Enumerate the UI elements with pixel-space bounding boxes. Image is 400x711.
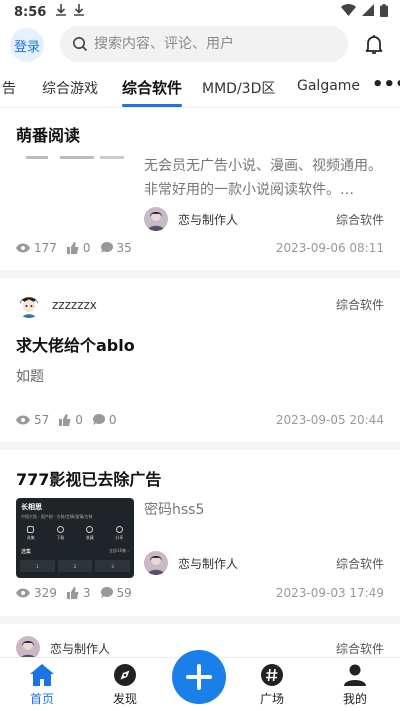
- views-stat: 57: [16, 413, 49, 427]
- search-bar[interactable]: [60, 26, 348, 62]
- comment-icon: [92, 414, 105, 425]
- eye-icon: [16, 243, 30, 253]
- author-name: 恋与制作人: [178, 556, 239, 571]
- comments-stat[interactable]: 35: [100, 241, 132, 255]
- post-date: 2023-09-03 17:49: [275, 586, 384, 600]
- post-date: 2023-09-05 20:44: [275, 413, 384, 427]
- active-tab-indicator: [122, 104, 182, 107]
- nav-profile[interactable]: 我的: [325, 664, 385, 707]
- post-title[interactable]: 萌番阅读: [16, 122, 80, 146]
- post-description: 无会员无广告小说、漫画、视频通用。非常好用的一款小说阅读软件。…: [144, 158, 382, 198]
- comment-icon: [100, 587, 113, 598]
- download-icon: [74, 4, 85, 20]
- thumbs-up-icon: [66, 242, 79, 254]
- status-bar: 8:56: [0, 0, 400, 24]
- bell-icon[interactable]: [362, 32, 386, 56]
- search-input[interactable]: [94, 36, 324, 52]
- post-author[interactable]: 恋与制作人: [144, 551, 238, 575]
- bottom-nav: 首页 发现 广场 我的: [0, 650, 400, 711]
- post-card[interactable]: 777影视已去除广告 长相思 中国大陆 · 国产剧 · 古装/言情/爱情/古装 …: [0, 450, 400, 624]
- battery-icon: [380, 3, 388, 21]
- avatar: [144, 551, 168, 575]
- nav-discover[interactable]: 发现: [95, 664, 155, 707]
- compass-icon: [114, 664, 136, 686]
- post-thumbnail[interactable]: 长相思 中国大陆 · 国产剧 · 古装/言情/爱情/古装 选集 下载 收藏 分享…: [16, 498, 134, 578]
- more-icon[interactable]: •••: [372, 74, 400, 95]
- comments-stat[interactable]: 0: [92, 413, 117, 427]
- post-card[interactable]: zzzzzzx 综合软件 求大佬给个ablo 如题 57 0 0 2023-09…: [0, 278, 400, 450]
- post-date: 2023-09-06 08:11: [275, 241, 384, 255]
- nav-plaza[interactable]: 广场: [242, 664, 302, 707]
- post-category[interactable]: 综合软件: [336, 555, 384, 572]
- search-icon: [73, 37, 88, 52]
- poster-name: 恋与制作人: [50, 641, 111, 656]
- tab-partial[interactable]: 告: [2, 78, 16, 98]
- tab-software[interactable]: 综合软件: [122, 77, 182, 98]
- home-icon: [30, 664, 54, 686]
- post-title[interactable]: 777影视已去除广告: [16, 466, 161, 490]
- post-stats: 329 3 59: [16, 586, 142, 600]
- views-stat: 329: [16, 586, 57, 600]
- wifi-icon: [341, 4, 356, 20]
- download-icon: [56, 4, 67, 20]
- likes-stat[interactable]: 0: [59, 413, 83, 427]
- category-tabs: 告 综合游戏 综合软件 MMD/3D区 Galgame •••: [0, 66, 400, 108]
- signal-icon: [362, 4, 374, 20]
- post-card[interactable]: 萌番阅读 无会员无广告小说、漫画、视频通用。非常好用的一款小说阅读软件。… 恋与…: [0, 108, 400, 278]
- tab-mmd-3d[interactable]: MMD/3D区: [202, 78, 275, 98]
- avatar: [144, 207, 168, 231]
- post-category[interactable]: 综合软件: [336, 211, 384, 228]
- avatar: [16, 292, 42, 318]
- author-name: 恋与制作人: [178, 212, 239, 227]
- login-button[interactable]: 登录: [10, 28, 44, 62]
- post-stats: 177 0 35: [16, 241, 142, 255]
- post-category[interactable]: 综合软件: [336, 640, 384, 657]
- likes-stat[interactable]: 0: [66, 241, 91, 255]
- post-description: 密码hss5: [144, 502, 205, 518]
- comment-icon: [100, 242, 113, 253]
- post-stats: 57 0 0: [16, 413, 127, 427]
- views-stat: 177: [16, 241, 57, 255]
- thumbs-up-icon: [59, 414, 71, 426]
- create-post-button[interactable]: [172, 650, 226, 704]
- post-category[interactable]: 综合软件: [336, 296, 384, 313]
- hashtag-icon: [261, 664, 283, 686]
- status-time: 8:56: [14, 4, 47, 20]
- eye-icon: [16, 415, 30, 425]
- nav-home[interactable]: 首页: [12, 664, 72, 707]
- post-poster[interactable]: zzzzzzx: [16, 292, 97, 318]
- comments-stat[interactable]: 59: [100, 586, 132, 600]
- post-author[interactable]: 恋与制作人: [144, 207, 238, 231]
- poster-name: zzzzzzx: [52, 298, 97, 312]
- plus-icon: [186, 664, 212, 690]
- person-icon: [344, 664, 366, 686]
- thumbs-up-icon: [66, 587, 79, 599]
- post-title[interactable]: 求大佬给个ablo: [16, 332, 135, 356]
- tab-games[interactable]: 综合游戏: [42, 78, 98, 98]
- tab-galgame[interactable]: Galgame: [297, 78, 360, 94]
- post-body: 如题: [16, 369, 44, 385]
- top-header: 登录: [0, 26, 400, 62]
- likes-stat[interactable]: 3: [66, 586, 91, 600]
- post-thumbnail[interactable]: [16, 152, 134, 230]
- eye-icon: [16, 588, 30, 598]
